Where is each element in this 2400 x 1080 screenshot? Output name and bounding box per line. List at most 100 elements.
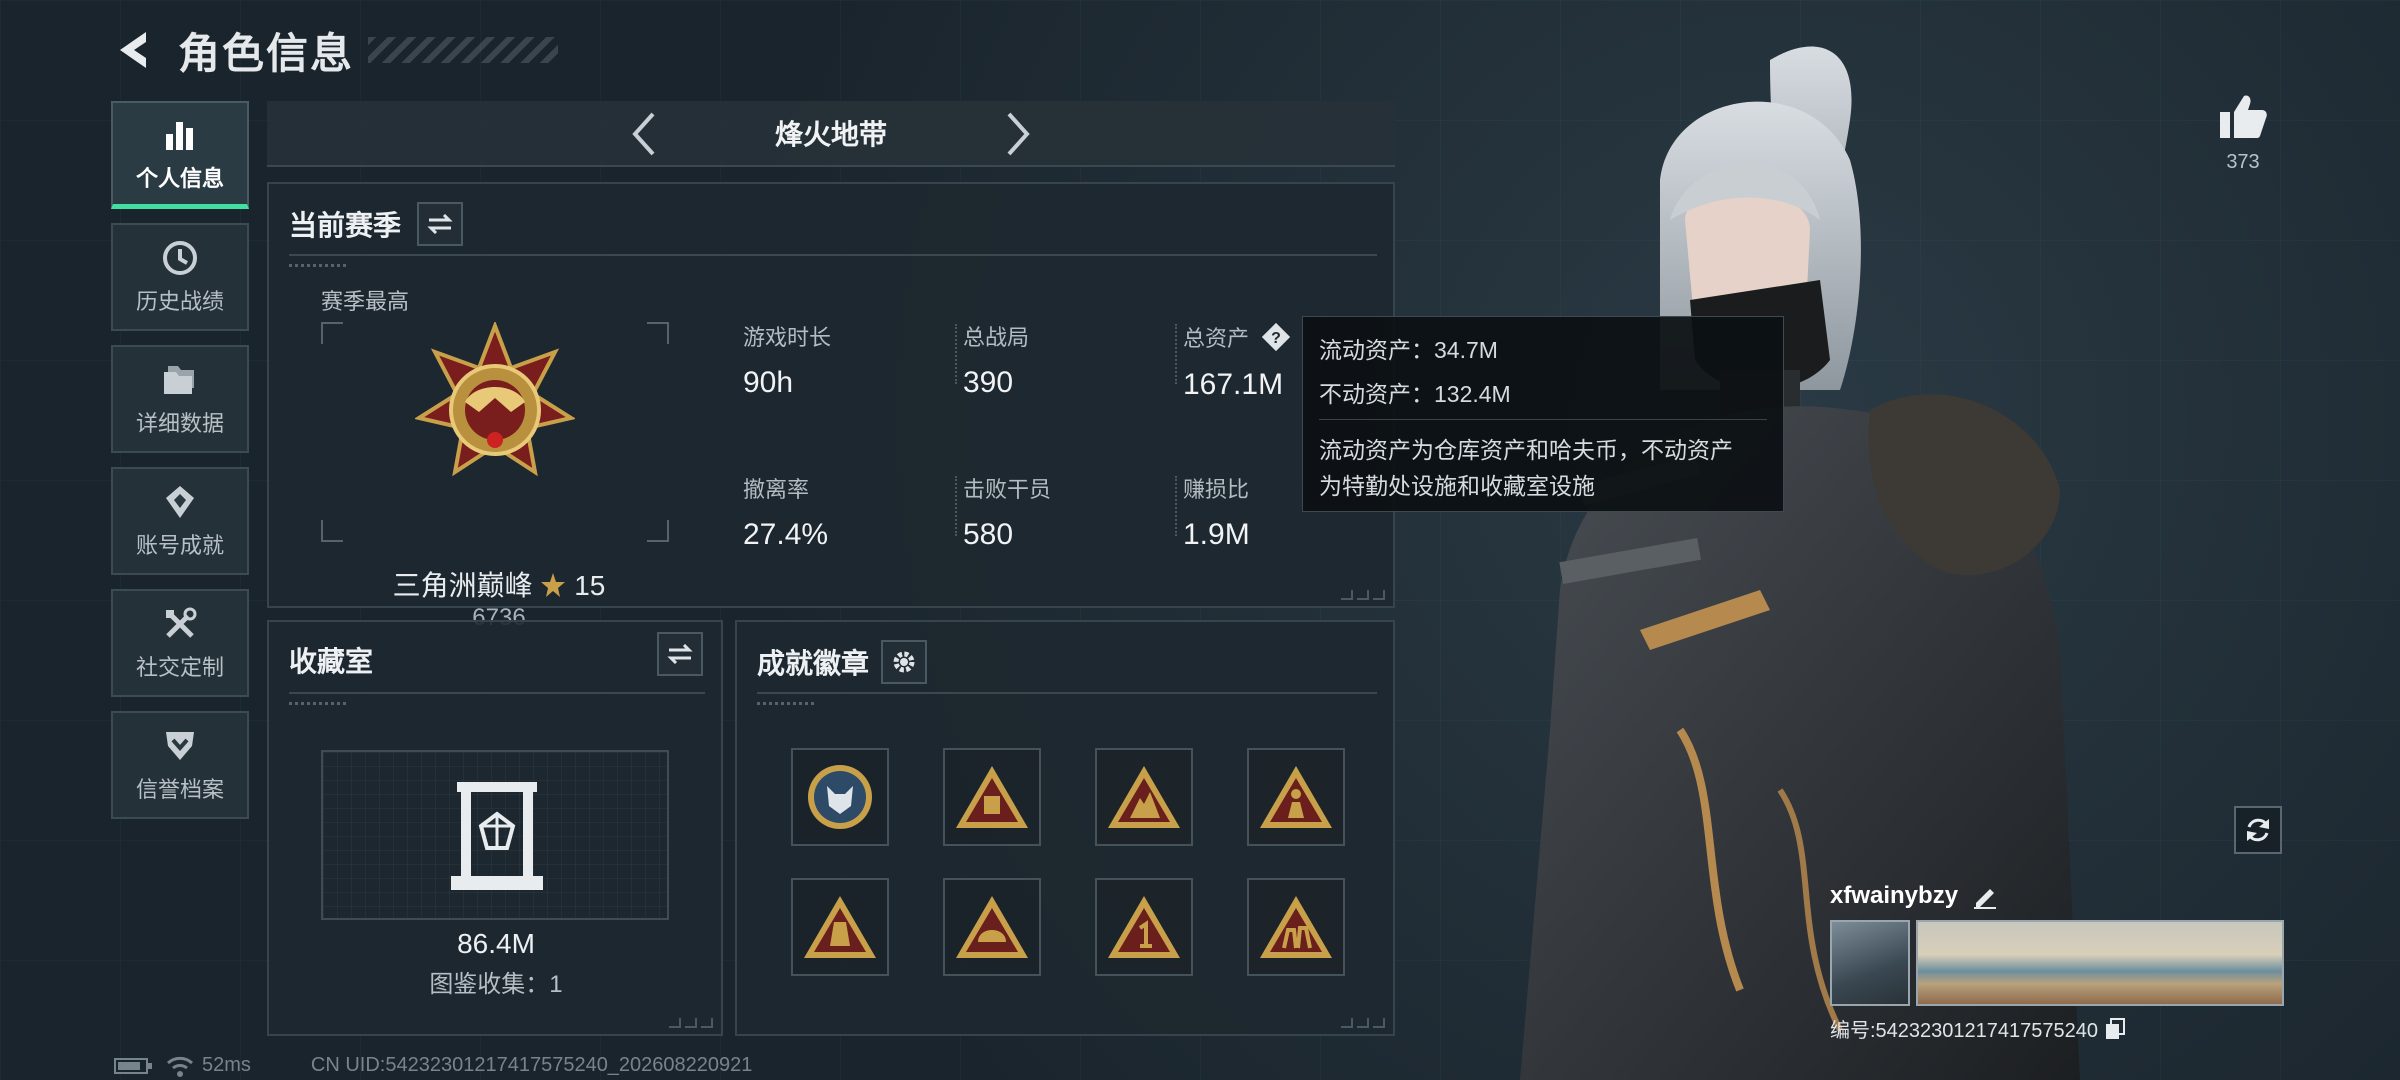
stat-kills: 击败干员 580 — [963, 477, 1052, 551]
divider — [757, 692, 1377, 705]
season-best-label: 赛季最高 — [321, 289, 410, 314]
divider — [955, 476, 957, 536]
sidebar-item-label: 详细数据 — [135, 411, 224, 436]
display-case-icon — [451, 782, 543, 890]
status-bar: 52ms CN UID:54232301217417575240_2026082… — [114, 1054, 752, 1077]
badge-ruins[interactable] — [1095, 748, 1193, 846]
battery-icon — [114, 1057, 152, 1074]
assets-tooltip: 流动资产：34.7M 不动资产：132.4M 流动资产为仓库资产和哈夫币，不动资… — [1302, 316, 1784, 512]
sidebar-item-history[interactable]: 历史战绩 — [111, 223, 249, 331]
badge-figure[interactable] — [1247, 748, 1345, 846]
next-mode-button[interactable] — [995, 111, 1041, 157]
chevron-left-icon — [632, 112, 655, 156]
back-button[interactable] — [110, 25, 154, 75]
edit-icon[interactable] — [1972, 883, 1998, 909]
section-title: 成就徽章 — [757, 648, 870, 679]
page-title: 角色信息 — [178, 29, 355, 77]
player-id: 编号:54232301217417575240 — [1830, 1014, 2126, 1043]
svg-text:?: ? — [1271, 330, 1281, 347]
stat-extraction-rate: 撤离率 27.4% — [743, 477, 829, 551]
bar-chart-icon — [160, 115, 200, 155]
player-name: xfwainybzy — [1830, 882, 1998, 910]
avatar[interactable] — [1830, 920, 1910, 1006]
number-one-triangle-icon — [1108, 896, 1180, 958]
refresh-button[interactable] — [2234, 806, 2282, 854]
season-panel: 当前赛季 赛季最高 三角洲巅峰 15 6736 游戏时长 90h 总战局 390 — [267, 182, 1395, 631]
divider — [289, 692, 705, 705]
chevron-left-icon — [120, 32, 146, 68]
rank-name: 三角洲巅峰 15 — [392, 570, 606, 601]
diamond-badge-icon — [160, 482, 200, 522]
sidebar-item-credit[interactable]: 信誉档案 — [111, 711, 249, 819]
profile-banner[interactable] — [1916, 920, 2284, 1006]
stat-profit-ratio: 赚损比 1.9M — [1183, 477, 1250, 551]
sidebar-item-label: 历史战绩 — [135, 289, 224, 314]
switch-season-button[interactable] — [417, 202, 464, 246]
clock-icon — [160, 238, 200, 278]
sidebar-item-personal-info[interactable]: 个人信息 — [111, 101, 249, 209]
badge-sack[interactable] — [791, 878, 889, 976]
swap-icon — [667, 644, 693, 664]
prev-mode-button[interactable] — [621, 111, 667, 157]
badge-number-one[interactable] — [1095, 878, 1193, 976]
tooltip-fixed-assets: 不动资产：132.4M — [1319, 381, 1511, 407]
soldiers-triangle-icon — [1260, 896, 1332, 958]
switch-collection-button[interactable] — [657, 632, 703, 676]
rank-frame — [321, 322, 669, 542]
sidebar-item-achievements[interactable]: 账号成就 — [111, 467, 249, 575]
badge-helmet[interactable] — [943, 878, 1041, 976]
wolf-emblem-icon — [808, 765, 872, 829]
badge-crate[interactable] — [943, 748, 1041, 846]
uid-text: CN UID:54232301217417575240_202608220921 — [310, 1054, 753, 1076]
section-title: 收藏室 — [289, 646, 374, 677]
divider — [1319, 419, 1767, 420]
sidebar: 个人信息 历史战绩 详细数据 账号成就 社交定制 信誉档案 — [111, 101, 249, 833]
sidebar-item-label: 信誉档案 — [135, 777, 224, 802]
figure-triangle-icon — [1260, 766, 1332, 828]
stat-total-matches: 总战局 390 — [963, 325, 1030, 399]
badge-wolf[interactable] — [791, 748, 889, 846]
sidebar-item-label: 社交定制 — [135, 655, 224, 680]
page-header: 角色信息 — [110, 20, 559, 80]
badge-soldiers[interactable] — [1247, 878, 1345, 976]
divider — [1175, 324, 1177, 384]
mode-title: 烽火地带 — [774, 119, 887, 150]
ruins-triangle-icon — [1108, 766, 1180, 828]
collection-panel: 收藏室 86.4M 图鉴收集：1 — [267, 620, 723, 1036]
like-count: 373 — [2226, 151, 2260, 173]
sidebar-item-label: 账号成就 — [135, 533, 224, 558]
sidebar-item-label: 个人信息 — [135, 165, 224, 191]
collection-count: 图鉴收集：1 — [429, 971, 563, 998]
copy-icon[interactable] — [2104, 1017, 2126, 1040]
achievement-settings-button[interactable] — [881, 640, 928, 684]
stat-total-assets: 总资产 ? 167.1M — [1183, 320, 1293, 402]
folder-icon — [160, 360, 200, 400]
stat-playtime: 游戏时长 90h — [743, 325, 832, 399]
tooltip-liquid-assets: 流动资产：34.7M — [1319, 337, 1498, 363]
like-area: 373 — [2210, 92, 2276, 174]
rank-medal-icon — [415, 322, 575, 477]
divider — [1175, 476, 1177, 536]
corner-decoration — [1341, 590, 1385, 600]
star-icon — [541, 573, 566, 597]
corner-decoration — [669, 1018, 713, 1028]
divider — [955, 324, 957, 384]
sidebar-item-social[interactable]: 社交定制 — [111, 589, 249, 697]
collection-value: 86.4M — [457, 928, 535, 959]
thumbs-up-icon[interactable] — [2218, 92, 2268, 140]
refresh-icon — [2247, 818, 2269, 842]
tools-icon — [160, 604, 200, 644]
section-title: 当前赛季 — [289, 210, 402, 241]
gear-icon — [893, 651, 915, 673]
player-card: xfwainybzy 编号:54232301217417575240 — [1736, 866, 2284, 1046]
swap-icon — [427, 214, 453, 234]
sidebar-item-detailed-data[interactable]: 详细数据 — [111, 345, 249, 453]
tooltip-description: 流动资产为仓库资产和哈夫币，不动资产 为特勤处设施和收藏室设施 — [1319, 437, 1733, 499]
chevron-right-icon — [1007, 112, 1030, 156]
help-icon[interactable]: ? — [1259, 320, 1293, 354]
sack-triangle-icon — [804, 896, 876, 958]
helmet-triangle-icon — [956, 896, 1028, 958]
collection-display[interactable] — [321, 750, 669, 920]
divider — [289, 254, 1377, 267]
wifi-icon — [167, 1056, 193, 1077]
